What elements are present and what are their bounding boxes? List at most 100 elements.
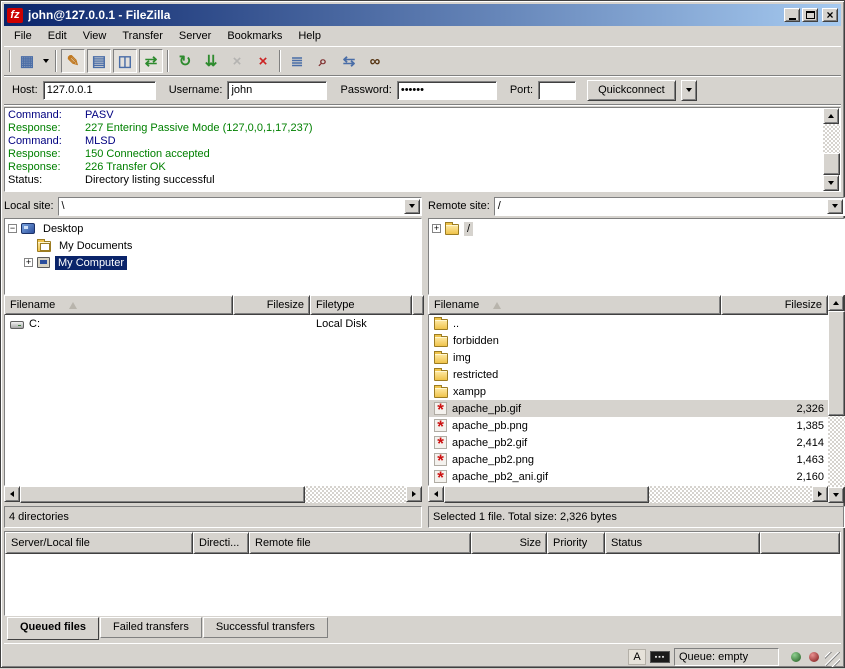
quickconnect-dropdown-button[interactable] [681,80,697,101]
site-manager-button[interactable]: ▦ [15,49,39,73]
local-horizontal-scrollbar[interactable] [4,486,422,503]
port-input[interactable] [538,81,576,100]
directory-comparison-button[interactable]: ⇆ [337,49,361,73]
close-button[interactable]: × [822,8,838,22]
file-row[interactable]: restricted [429,366,828,383]
refresh-button[interactable]: ↻ [173,49,197,73]
file-name: forbidden [453,335,499,347]
menu-item-transfer[interactable]: Transfer [114,27,171,45]
tree-item[interactable]: +My Computer [5,254,421,271]
synchronized-browsing-button[interactable]: ∞ [363,49,387,73]
scrollbar-thumb[interactable] [20,486,305,503]
file-row[interactable]: C:Local Disk [5,315,421,332]
queue-column-remote-file[interactable]: Remote file [249,532,471,554]
remote-site-dropdown[interactable] [827,199,843,214]
queue-column-blank[interactable] [760,532,840,554]
scroll-down-icon[interactable] [828,487,844,503]
file-row[interactable]: apache_pb.png1,385 [429,417,828,434]
site-manager-button-dropdown[interactable] [40,49,52,73]
password-input[interactable] [397,81,497,100]
column-header-filesize[interactable]: Filesize [721,295,828,315]
queue-column-size[interactable]: Size [471,532,547,554]
file-row[interactable]: apache_pb2_ani.gif2,160 [429,468,828,485]
filter-button[interactable]: ≣ [285,49,309,73]
column-header-filename[interactable]: Filename [4,295,233,315]
folder-icon [434,319,448,330]
host-input[interactable] [43,81,156,100]
menu-item-server[interactable]: Server [171,27,219,45]
queue-column-priority[interactable]: Priority [547,532,605,554]
menu-item-file[interactable]: File [6,27,40,45]
file-row[interactable]: apache_pb.gif2,326 [429,400,828,417]
scroll-left-icon[interactable] [4,486,20,502]
file-row[interactable]: apache_pb2.gif2,414 [429,434,828,451]
column-header-filetype[interactable]: Filetype [310,295,412,315]
scroll-up-icon[interactable] [828,295,844,311]
column-header-filename[interactable]: Filename [428,295,721,315]
expand-plus-icon[interactable]: + [24,258,33,267]
scroll-right-icon[interactable] [406,486,422,502]
tree-item[interactable]: My Documents [5,237,421,254]
tree-item[interactable]: −Desktop [5,220,421,237]
cancel-operation-icon: × [233,53,242,70]
file-search-button[interactable]: ⌕ [311,49,335,73]
queue-column-status[interactable]: Status [605,532,760,554]
file-name: apache_pb2_ani.gif [452,471,548,483]
file-row[interactable]: apache_pb2.png1,463 [429,451,828,468]
scroll-right-icon[interactable] [812,486,828,502]
scrollbar-thumb[interactable] [444,486,649,503]
tree-item[interactable]: +/ [429,220,844,237]
menu-item-bookmarks[interactable]: Bookmarks [219,27,290,45]
local-site-combo[interactable]: \ [58,197,422,216]
queue-column-directi-[interactable]: Directi... [193,532,249,554]
file-type-cell: Local Disk [311,318,413,330]
log-line-text: 150 Connection accepted [85,148,210,161]
file-row[interactable]: xampp [429,383,828,400]
disconnect-button[interactable]: × [251,49,275,73]
resize-grip[interactable] [825,652,840,667]
remote-site-combo[interactable]: / [494,197,845,216]
maximize-button[interactable] [802,8,818,22]
computer-icon [37,257,50,268]
file-row[interactable]: .. [429,315,828,332]
tab-failed-transfers[interactable]: Failed transfers [100,617,202,638]
file-row[interactable]: forbidden [429,332,828,349]
file-name-cell: restricted [429,368,722,381]
toggle-queue-button[interactable]: ⇄ [139,49,163,73]
message-log-scrollbar[interactable] [823,108,840,191]
scroll-left-icon[interactable] [428,486,444,502]
collapse-minus-icon[interactable]: − [8,224,17,233]
scroll-up-icon[interactable] [823,108,839,124]
filezilla-logo-icon: fz [7,8,23,23]
file-row[interactable]: img [429,349,828,366]
scrollbar-thumb[interactable] [823,153,840,175]
remote-vertical-scrollbar[interactable] [828,295,845,503]
log-line: Command:MLSD [8,135,823,148]
minimize-button[interactable] [784,8,800,22]
send-activity-lamp-icon [809,652,819,662]
toolbar-separator [55,50,57,72]
local-site-dropdown[interactable] [404,199,420,214]
process-queue-button[interactable]: ⇊ [199,49,223,73]
window-title: john@127.0.0.1 - FileZilla [28,8,782,22]
menu-item-view[interactable]: View [75,27,115,45]
toggle-remote-tree-button[interactable]: ◫ [113,49,137,73]
menu-item-help[interactable]: Help [290,27,329,45]
scroll-down-icon[interactable] [823,175,839,191]
toggle-message-log-button[interactable]: ✎ [61,49,85,73]
username-input[interactable] [227,81,327,100]
column-header-filesize[interactable]: Filesize [233,295,310,315]
queue-column-server-local-file[interactable]: Server/Local file [5,532,193,554]
scrollbar-thumb[interactable] [828,311,845,416]
expand-plus-icon[interactable]: + [432,224,441,233]
tab-successful-transfers[interactable]: Successful transfers [203,617,328,638]
remote-horizontal-scrollbar[interactable] [428,486,828,503]
toggle-local-tree-button[interactable]: ▤ [87,49,111,73]
transfer-type-indicator-icon: A [628,649,646,665]
image-icon [434,402,447,415]
remote-file-list: .. forbidden img restricted xamppapache_pb.g… [428,315,828,486]
tab-queued-files[interactable]: Queued files [7,617,99,640]
menu-item-edit[interactable]: Edit [40,27,75,45]
folder-icon [434,336,448,347]
quickconnect-button[interactable]: Quickconnect [587,80,676,101]
